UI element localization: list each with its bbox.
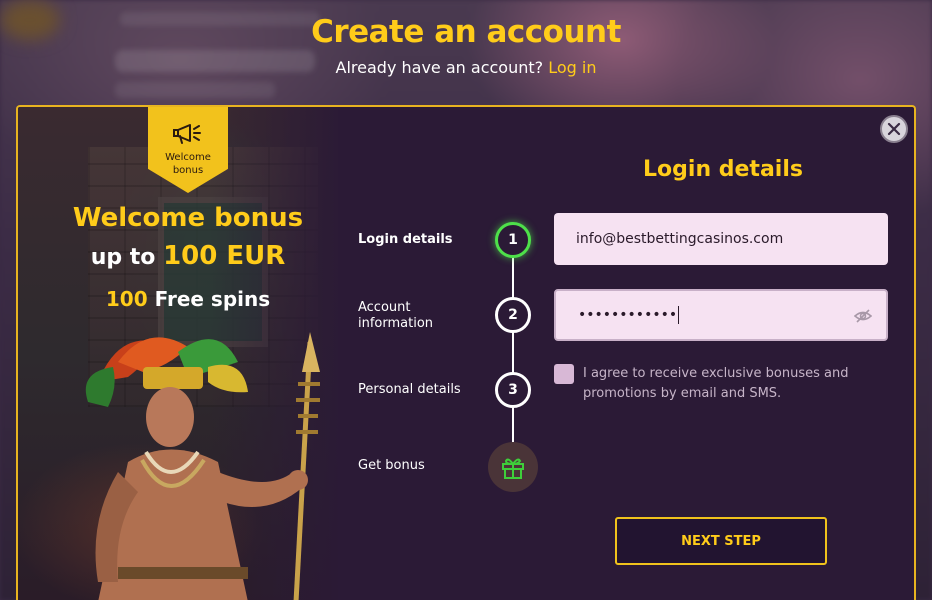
consent-label: I agree to receive exclusive bonuses and…	[583, 366, 849, 401]
consent-checkbox[interactable]	[554, 364, 574, 384]
gift-icon	[502, 458, 524, 479]
already-account-text: Already have an account?	[335, 58, 544, 77]
signup-stepper: Login details 1 Account information 2 Pe…	[358, 207, 558, 507]
promo-heading: Welcome bonus	[72, 203, 304, 233]
signup-modal: Welcome bonus Welcome bonus up to 100 EU…	[16, 105, 916, 600]
step-label: Login details	[358, 232, 453, 247]
promo-amount: 100 EUR	[163, 241, 286, 271]
promo-spins-text: Free spins	[154, 287, 271, 311]
warrior-illustration	[85, 332, 320, 600]
password-field[interactable]: ••••••••••••	[554, 289, 888, 341]
megaphone-icon	[173, 124, 201, 144]
eye-off-icon[interactable]	[854, 307, 872, 325]
promo-spins-count: 100	[105, 287, 148, 311]
step-number: 3	[495, 372, 531, 408]
step-number: 1	[495, 222, 531, 258]
form-title: Login details	[643, 157, 803, 182]
promo-spins-line: 100 Free spins	[18, 287, 358, 311]
step-get-bonus: Get bonus	[358, 442, 558, 492]
email-value: info@bestbettingcasinos.com	[576, 231, 784, 247]
step-personal-details: Personal details 3	[358, 372, 558, 408]
email-field[interactable]: info@bestbettingcasinos.com	[554, 213, 888, 265]
password-value: ••••••••••••	[578, 307, 678, 323]
promo-amount-prefix: up to	[90, 245, 156, 270]
step-label: Get bonus	[358, 458, 425, 473]
promo-panel: Welcome bonus Welcome bonus up to 100 EU…	[18, 107, 338, 600]
page-subtitle: Already have an account? Log in	[0, 58, 932, 77]
close-button[interactable]	[880, 115, 908, 143]
stepper-line	[512, 237, 514, 467]
next-step-button[interactable]: NEXT STEP	[615, 517, 827, 565]
step-login-details: Login details 1	[358, 222, 558, 258]
step-label: Personal details	[358, 382, 461, 397]
page-title: Create an account	[311, 14, 621, 50]
step-account-information: Account information 2	[358, 297, 558, 333]
text-cursor	[678, 306, 680, 324]
login-link[interactable]: Log in	[548, 58, 596, 77]
step-label: Account information	[358, 300, 434, 331]
gift-step	[488, 442, 538, 492]
badge-label: Welcome bonus	[165, 152, 211, 176]
close-icon	[887, 122, 901, 136]
backdrop-blur-bar	[115, 82, 275, 98]
promo-amount-line: up to 100 EUR	[18, 241, 358, 271]
step-number: 2	[495, 297, 531, 333]
